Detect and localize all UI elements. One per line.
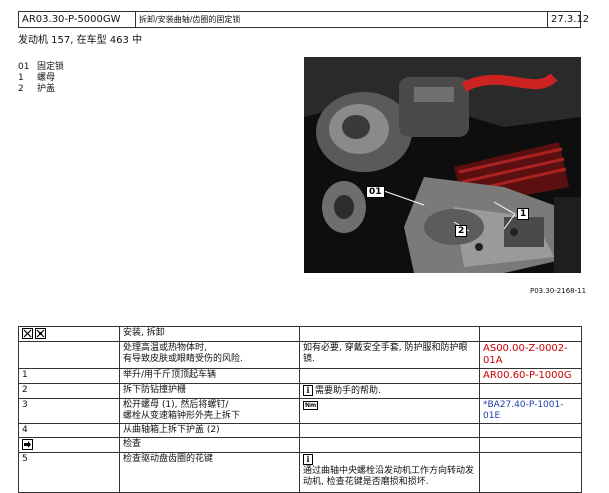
step-desc: 从曲轴箱上拆下护盖 (2) bbox=[119, 423, 300, 438]
remove-icon bbox=[22, 328, 33, 339]
photo-callout: 01 bbox=[366, 186, 385, 198]
table-row: 1 举升/用千斤顶顶起车辆 AR00.60-P-1000G bbox=[18, 368, 582, 384]
legend-item: 2 护盖 bbox=[18, 84, 56, 94]
table-row: 3 松开螺母 (1), 然后将螺钉/ 螺栓从变速箱钟形外壳上拆下 Nm *BA2… bbox=[18, 398, 582, 424]
step-desc: 安装, 拆卸 bbox=[119, 326, 300, 342]
step-num: 2 bbox=[18, 383, 120, 399]
torque-icon: Nm bbox=[303, 401, 319, 410]
step-note bbox=[299, 368, 480, 384]
step-ref bbox=[479, 437, 582, 453]
step-ref-link[interactable]: AR00.60-P-1000G bbox=[483, 370, 572, 381]
step-note bbox=[299, 423, 480, 438]
step-num bbox=[18, 341, 120, 369]
engine-subtitle: 发动机 157, 在车型 463 中 bbox=[18, 35, 143, 46]
step-note bbox=[299, 437, 480, 453]
doc-id: AR03.30-P-5000GW bbox=[19, 12, 136, 27]
procedure-table: 安装, 拆卸 处理高温或热物体时, 有导致皮肤或眼睛受伤的风险. 如有必要, 穿… bbox=[18, 326, 582, 493]
doc-date: 27.3.12 bbox=[551, 14, 590, 25]
info-icon: i bbox=[303, 454, 313, 465]
step-note bbox=[299, 326, 480, 342]
step-desc: 拆下防钻撞护栅 bbox=[119, 383, 300, 399]
engine-photo-drawing bbox=[304, 57, 581, 273]
table-row: 处理高温或热物体时, 有导致皮肤或眼睛受伤的风险. 如有必要, 穿戴安全手套, … bbox=[18, 341, 582, 369]
step-ref-link[interactable]: *BA27.40-P-1001-01E bbox=[483, 400, 563, 421]
step-ref bbox=[479, 326, 582, 342]
table-row: 检查 bbox=[18, 437, 582, 453]
info-icon: i bbox=[303, 385, 313, 396]
table-row: 安装, 拆卸 bbox=[18, 326, 582, 342]
step-num: 4 bbox=[18, 423, 120, 438]
step-ref bbox=[479, 452, 582, 493]
check-icon bbox=[22, 439, 33, 450]
step-num: 5 bbox=[18, 452, 120, 493]
step-ref bbox=[479, 383, 582, 399]
photo-caption: P03.30-2168-11 bbox=[530, 287, 587, 295]
step-desc: 检查 bbox=[119, 437, 300, 453]
step-desc: 松开螺母 (1), 然后将螺钉/ 螺栓从变速箱钟形外壳上拆下 bbox=[119, 398, 300, 424]
engine-photo: 01 1 2 bbox=[304, 57, 581, 273]
row-icon bbox=[18, 326, 120, 342]
table-row: 2 拆下防钻撞护栅 i 需要助手的帮助. bbox=[18, 383, 582, 399]
step-ref bbox=[479, 423, 582, 438]
photo-callout: 2 bbox=[455, 225, 468, 237]
install-icon bbox=[35, 328, 46, 339]
table-row: 5 检查驱动盘齿圈的花键 i 通过曲轴中央螺栓沿发动机工作方向转动发动机, 检查花… bbox=[18, 452, 582, 493]
document-header: AR03.30-P-5000GW 拆卸/安装曲轴/齿圈的固定锁 27.3.12 bbox=[18, 11, 590, 28]
step-num: 1 bbox=[18, 368, 120, 384]
photo-callout: 1 bbox=[517, 208, 530, 220]
step-note: 需要助手的帮助. bbox=[315, 386, 381, 396]
step-note: 如有必要, 穿戴安全手套, 防护服和防护眼镜. bbox=[299, 341, 480, 369]
step-desc: 举升/用千斤顶顶起车辆 bbox=[119, 368, 300, 384]
step-desc: 处理高温或热物体时, 有导致皮肤或眼睛受伤的风险. bbox=[119, 341, 300, 369]
doc-title: 拆卸/安装曲轴/齿圈的固定锁 bbox=[136, 12, 548, 27]
table-row: 4 从曲轴箱上拆下护盖 (2) bbox=[18, 423, 582, 438]
step-num: 3 bbox=[18, 398, 120, 424]
step-ref-link[interactable]: AS00.00-Z-0002-01A bbox=[483, 343, 568, 366]
step-desc: 检查驱动盘齿圈的花键 bbox=[119, 452, 300, 493]
step-note: 通过曲轴中央螺栓沿发动机工作方向转动发动机, 检查花键是否磨损和损坏. bbox=[303, 466, 475, 487]
